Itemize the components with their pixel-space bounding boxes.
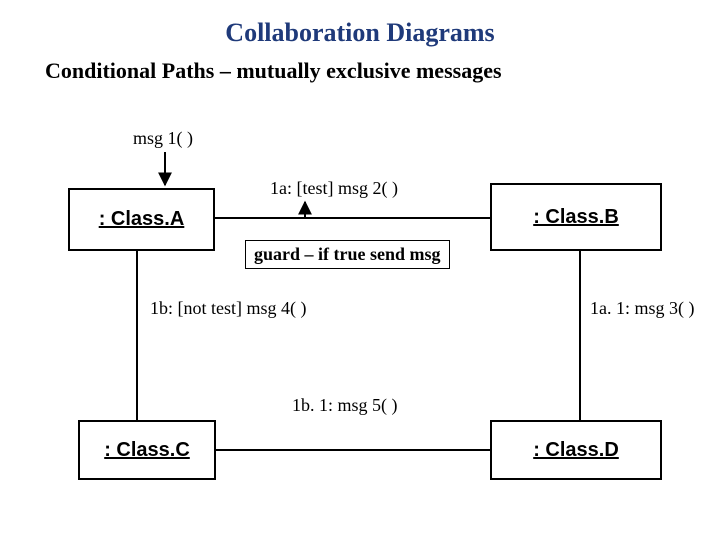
collaboration-diagram: msg 1( ) : Class.A 1a: [test] msg 2( ) :… [0,0,720,540]
object-class-a: : Class.A [68,188,215,251]
label-msg4: 1b: [not test] msg 4( ) [150,298,306,319]
label-msg1: msg 1( ) [133,128,193,149]
object-class-d: : Class.D [490,420,662,480]
label-msg2: 1a: [test] msg 2( ) [270,178,398,199]
label-msg3: 1a. 1: msg 3( ) [590,298,694,319]
guard-note: guard – if true send msg [245,240,450,269]
label-msg5: 1b. 1: msg 5( ) [292,395,398,416]
object-class-b: : Class.B [490,183,662,251]
object-class-c: : Class.C [78,420,216,480]
